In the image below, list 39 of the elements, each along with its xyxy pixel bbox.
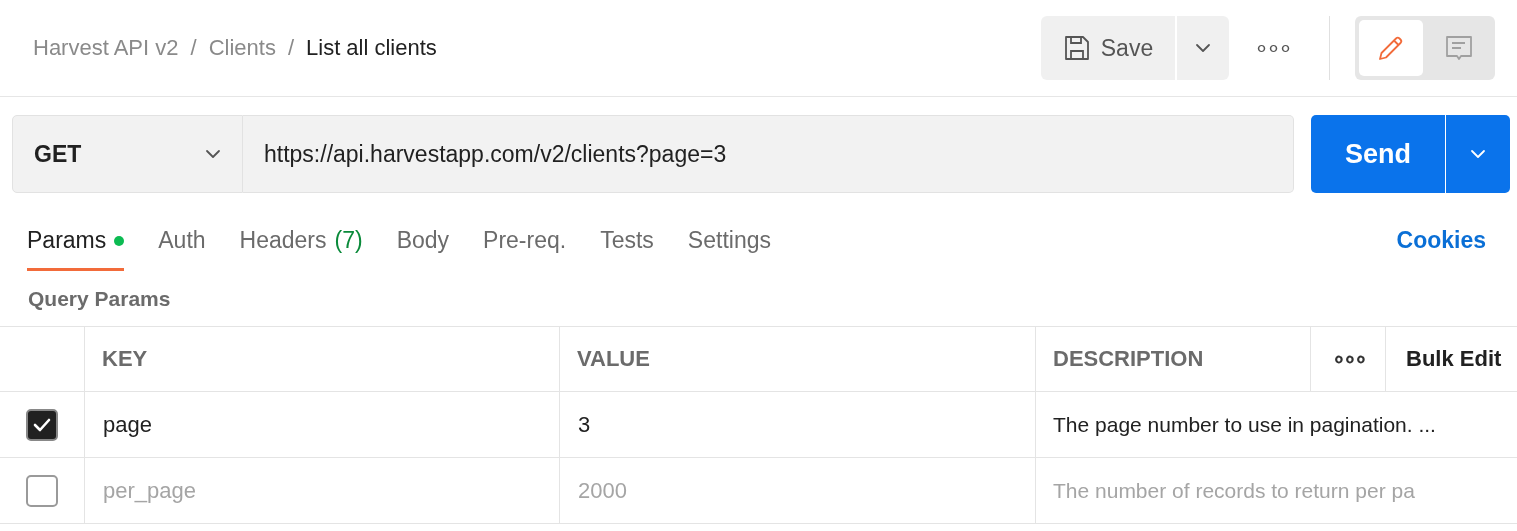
cookies-link[interactable]: Cookies (1396, 221, 1486, 254)
tab[interactable]: Auth (158, 221, 206, 271)
save-button[interactable]: Save (1041, 16, 1175, 80)
tab[interactable]: Headers (7) (239, 221, 363, 271)
more-button[interactable]: ∘∘∘ (1311, 327, 1386, 392)
breadcrumb-link[interactable]: Harvest API v2 (33, 35, 179, 61)
column-header: VALUE (560, 327, 1036, 392)
caret-icon (1194, 41, 1212, 55)
breadcrumb-link[interactable]: Clients (208, 35, 276, 61)
more-button[interactable]: ∘∘∘ (1229, 16, 1315, 80)
send-button[interactable]: Send (1311, 115, 1445, 193)
param-key: page (103, 411, 152, 438)
breadcrumb-separator: / (287, 35, 294, 61)
tab[interactable]: Settings (687, 221, 771, 271)
tab[interactable]: Body (396, 221, 450, 271)
breadcrumb-separator: / (190, 35, 197, 61)
caret-icon (1469, 147, 1487, 161)
view-toggle-button[interactable] (1359, 20, 1423, 76)
url-field[interactable]: https://api.harvestapp.com/v2/clients?page=3 (243, 115, 1294, 193)
param-key: per_page (103, 477, 196, 504)
bulk-edit-button[interactable]: Bulk Edit (1386, 327, 1517, 392)
param-description: The page number to use in pagination. ... (1053, 412, 1436, 437)
tab[interactable]: Pre-req. (483, 221, 567, 271)
section-title: Query Params (27, 286, 172, 312)
comment-icon (1444, 33, 1474, 63)
param-value: 3 (578, 411, 591, 438)
tab[interactable]: Tests (600, 221, 654, 271)
checkbox[interactable] (26, 474, 58, 507)
method-dropdown[interactable]: GET (12, 115, 243, 193)
param-value: 2000 (578, 477, 627, 504)
column-header: KEY (85, 327, 560, 392)
column-header: DESCRIPTION (1036, 327, 1311, 392)
caret-icon (204, 147, 222, 161)
request-title: List all clients (306, 35, 437, 61)
checkbox[interactable] (26, 408, 58, 441)
check-icon (33, 417, 51, 432)
tab[interactable]: Params (27, 221, 125, 271)
save-icon (1062, 34, 1091, 62)
param-description: The number of records to return per pa (1053, 478, 1415, 503)
